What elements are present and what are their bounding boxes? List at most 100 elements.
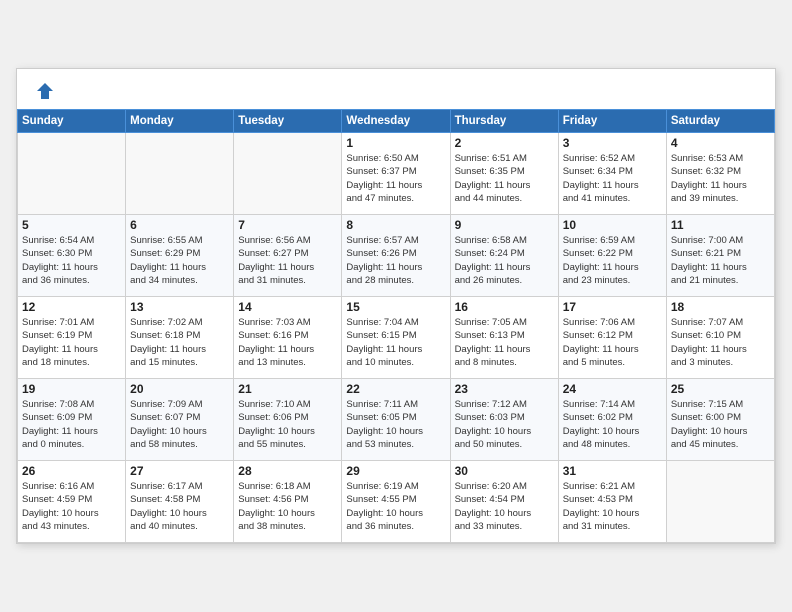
day-info: Sunrise: 7:10 AMSunset: 6:06 PMDaylight:… bbox=[238, 398, 337, 451]
weekday-header: Wednesday bbox=[342, 110, 450, 133]
day-info: Sunrise: 6:59 AMSunset: 6:22 PMDaylight:… bbox=[563, 234, 662, 287]
day-number: 22 bbox=[346, 382, 445, 396]
day-info: Sunrise: 6:20 AMSunset: 4:54 PMDaylight:… bbox=[455, 480, 554, 533]
calendar-table: SundayMondayTuesdayWednesdayThursdayFrid… bbox=[17, 109, 775, 543]
day-info: Sunrise: 7:12 AMSunset: 6:03 PMDaylight:… bbox=[455, 398, 554, 451]
day-number: 13 bbox=[130, 300, 229, 314]
logo bbox=[33, 81, 55, 101]
day-number: 31 bbox=[563, 464, 662, 478]
day-info: Sunrise: 6:21 AMSunset: 4:53 PMDaylight:… bbox=[563, 480, 662, 533]
calendar-cell: 28 Sunrise: 6:18 AMSunset: 4:56 PMDayligh… bbox=[234, 461, 342, 543]
calendar-cell: 8Sunrise: 6:57 AMSunset: 6:26 PMDaylight… bbox=[342, 215, 450, 297]
day-number: 18 bbox=[671, 300, 770, 314]
calendar-cell: 4 Sunrise: 6:53 AMSunset: 6:32 PMDaylight… bbox=[666, 133, 774, 215]
day-info: Sunrise: 7:02 AMSunset: 6:18 PMDaylight:… bbox=[130, 316, 229, 369]
calendar-cell: 24 Sunrise: 7:14 AMSunset: 6:02 PMDayligh… bbox=[558, 379, 666, 461]
day-number: 14 bbox=[238, 300, 337, 314]
logo-icon bbox=[35, 81, 55, 101]
day-info: Sunrise: 7:03 AMSunset: 6:16 PMDaylight:… bbox=[238, 316, 337, 369]
day-number: 11 bbox=[671, 218, 770, 232]
calendar-cell: 16 Sunrise: 7:05 AMSunset: 6:13 PMDayligh… bbox=[450, 297, 558, 379]
calendar-cell: 10 Sunrise: 6:59 AMSunset: 6:22 PMDayligh… bbox=[558, 215, 666, 297]
day-number: 3 bbox=[563, 136, 662, 150]
calendar-cell: 18 Sunrise: 7:07 AMSunset: 6:10 PMDayligh… bbox=[666, 297, 774, 379]
calendar-cell: 6 Sunrise: 6:55 AMSunset: 6:29 PMDaylight… bbox=[126, 215, 234, 297]
calendar-cell: 21Sunrise: 7:10 AMSunset: 6:06 PMDayligh… bbox=[234, 379, 342, 461]
calendar-cell: 19Sunrise: 7:08 AMSunset: 6:09 PMDayligh… bbox=[18, 379, 126, 461]
calendar-week-row: 12 Sunrise: 7:01 AMSunset: 6:19 PMDayligh… bbox=[18, 297, 775, 379]
day-number: 16 bbox=[455, 300, 554, 314]
day-info: Sunrise: 6:18 AMSunset: 4:56 PMDaylight:… bbox=[238, 480, 337, 533]
day-info: Sunrise: 6:54 AMSunset: 6:30 PMDaylight:… bbox=[22, 234, 121, 287]
day-number: 26 bbox=[22, 464, 121, 478]
calendar-cell: 17 Sunrise: 7:06 AMSunset: 6:12 PMDayligh… bbox=[558, 297, 666, 379]
calendar-cell bbox=[126, 133, 234, 215]
day-info: Sunrise: 7:05 AMSunset: 6:13 PMDaylight:… bbox=[455, 316, 554, 369]
calendar-week-row: 1Sunrise: 6:50 AMSunset: 6:37 PMDaylight… bbox=[18, 133, 775, 215]
day-number: 30 bbox=[455, 464, 554, 478]
weekday-header: Friday bbox=[558, 110, 666, 133]
calendar-cell: 9 Sunrise: 6:58 AMSunset: 6:24 PMDaylight… bbox=[450, 215, 558, 297]
day-number: 27 bbox=[130, 464, 229, 478]
day-info: Sunrise: 6:58 AMSunset: 6:24 PMDaylight:… bbox=[455, 234, 554, 287]
day-info: Sunrise: 7:07 AMSunset: 6:10 PMDaylight:… bbox=[671, 316, 770, 369]
calendar-cell bbox=[666, 461, 774, 543]
calendar-cell: 5 Sunrise: 6:54 AMSunset: 6:30 PMDaylight… bbox=[18, 215, 126, 297]
day-info: Sunrise: 6:56 AMSunset: 6:27 PMDaylight:… bbox=[238, 234, 337, 287]
day-number: 7 bbox=[238, 218, 337, 232]
day-info: Sunrise: 6:55 AMSunset: 6:29 PMDaylight:… bbox=[130, 234, 229, 287]
day-number: 25 bbox=[671, 382, 770, 396]
day-number: 29 bbox=[346, 464, 445, 478]
calendar-cell: 11 Sunrise: 7:00 AMSunset: 6:21 PMDayligh… bbox=[666, 215, 774, 297]
day-info: Sunrise: 6:17 AMSunset: 4:58 PMDaylight:… bbox=[130, 480, 229, 533]
calendar-cell: 12 Sunrise: 7:01 AMSunset: 6:19 PMDayligh… bbox=[18, 297, 126, 379]
weekday-header: Sunday bbox=[18, 110, 126, 133]
day-info: Sunrise: 6:53 AMSunset: 6:32 PMDaylight:… bbox=[671, 152, 770, 205]
day-number: 20 bbox=[130, 382, 229, 396]
day-number: 2 bbox=[455, 136, 554, 150]
day-number: 6 bbox=[130, 218, 229, 232]
calendar-cell bbox=[18, 133, 126, 215]
calendar-cell: 25 Sunrise: 7:15 AMSunset: 6:00 PMDayligh… bbox=[666, 379, 774, 461]
calendar-cell: 30 Sunrise: 6:20 AMSunset: 4:54 PMDayligh… bbox=[450, 461, 558, 543]
day-info: Sunrise: 7:11 AMSunset: 6:05 PMDaylight:… bbox=[346, 398, 445, 451]
day-info: Sunrise: 7:00 AMSunset: 6:21 PMDaylight:… bbox=[671, 234, 770, 287]
day-info: Sunrise: 7:06 AMSunset: 6:12 PMDaylight:… bbox=[563, 316, 662, 369]
day-info: Sunrise: 6:57 AMSunset: 6:26 PMDaylight:… bbox=[346, 234, 445, 287]
day-number: 5 bbox=[22, 218, 121, 232]
day-number: 19 bbox=[22, 382, 121, 396]
day-number: 4 bbox=[671, 136, 770, 150]
calendar-cell: 13 Sunrise: 7:02 AMSunset: 6:18 PMDayligh… bbox=[126, 297, 234, 379]
calendar: SundayMondayTuesdayWednesdayThursdayFrid… bbox=[16, 68, 776, 544]
day-info: Sunrise: 7:14 AMSunset: 6:02 PMDaylight:… bbox=[563, 398, 662, 451]
weekday-header-row: SundayMondayTuesdayWednesdayThursdayFrid… bbox=[18, 110, 775, 133]
calendar-cell: 23 Sunrise: 7:12 AMSunset: 6:03 PMDayligh… bbox=[450, 379, 558, 461]
day-info: Sunrise: 6:51 AMSunset: 6:35 PMDaylight:… bbox=[455, 152, 554, 205]
day-number: 28 bbox=[238, 464, 337, 478]
calendar-week-row: 5 Sunrise: 6:54 AMSunset: 6:30 PMDaylight… bbox=[18, 215, 775, 297]
day-info: Sunrise: 6:16 AMSunset: 4:59 PMDaylight:… bbox=[22, 480, 121, 533]
calendar-cell: 15Sunrise: 7:04 AMSunset: 6:15 PMDayligh… bbox=[342, 297, 450, 379]
weekday-header: Tuesday bbox=[234, 110, 342, 133]
day-info: Sunrise: 6:52 AMSunset: 6:34 PMDaylight:… bbox=[563, 152, 662, 205]
day-info: Sunrise: 7:15 AMSunset: 6:00 PMDaylight:… bbox=[671, 398, 770, 451]
day-number: 9 bbox=[455, 218, 554, 232]
calendar-cell bbox=[234, 133, 342, 215]
day-number: 23 bbox=[455, 382, 554, 396]
day-number: 12 bbox=[22, 300, 121, 314]
calendar-cell: 31 Sunrise: 6:21 AMSunset: 4:53 PMDayligh… bbox=[558, 461, 666, 543]
calendar-header bbox=[17, 69, 775, 109]
calendar-week-row: 19Sunrise: 7:08 AMSunset: 6:09 PMDayligh… bbox=[18, 379, 775, 461]
day-number: 24 bbox=[563, 382, 662, 396]
calendar-cell: 14 Sunrise: 7:03 AMSunset: 6:16 PMDayligh… bbox=[234, 297, 342, 379]
day-number: 1 bbox=[346, 136, 445, 150]
day-info: Sunrise: 7:01 AMSunset: 6:19 PMDaylight:… bbox=[22, 316, 121, 369]
calendar-cell: 7 Sunrise: 6:56 AMSunset: 6:27 PMDaylight… bbox=[234, 215, 342, 297]
day-number: 10 bbox=[563, 218, 662, 232]
calendar-cell: 22 Sunrise: 7:11 AMSunset: 6:05 PMDayligh… bbox=[342, 379, 450, 461]
weekday-header: Monday bbox=[126, 110, 234, 133]
calendar-cell: 27 Sunrise: 6:17 AMSunset: 4:58 PMDayligh… bbox=[126, 461, 234, 543]
day-number: 17 bbox=[563, 300, 662, 314]
calendar-cell: 2 Sunrise: 6:51 AMSunset: 6:35 PMDaylight… bbox=[450, 133, 558, 215]
weekday-header: Saturday bbox=[666, 110, 774, 133]
